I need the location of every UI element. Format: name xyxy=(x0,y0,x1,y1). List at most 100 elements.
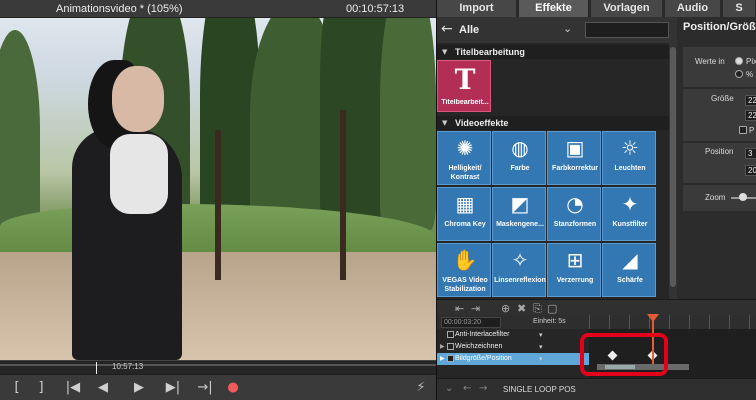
title-tile-label: Titelbearbeit... xyxy=(441,99,489,106)
section-video-label: Videoeffekte xyxy=(455,118,509,128)
pixel-radio[interactable] xyxy=(735,57,743,65)
units-group: Werte in Pix % xyxy=(683,47,756,87)
mark-in-button[interactable]: [ xyxy=(6,379,28,397)
effect-tile-title[interactable]: T Titelbearbeit... xyxy=(437,60,491,112)
collapse-triangle-icon: ▼ xyxy=(442,119,448,127)
delete-keyframe-icon[interactable]: ✖ xyxy=(517,302,526,315)
next-keyframe-icon[interactable]: ⇥ xyxy=(471,302,480,315)
size-height-input[interactable]: 22 xyxy=(745,110,756,121)
effects-scrollbar[interactable] xyxy=(669,17,677,299)
position-y-input[interactable]: 20 xyxy=(745,165,756,176)
chevron-double-down-icon[interactable]: ⌄ xyxy=(445,383,453,394)
timeline-unit-label: Einheit: 5s xyxy=(533,318,566,325)
effect-icon: ▦ xyxy=(455,192,475,216)
preview-scrubber[interactable]: 10:57:13 xyxy=(0,360,436,374)
chevron-down-icon[interactable]: ▾ xyxy=(539,329,543,341)
track-anti-interlace[interactable]: Anti-Interlacefilter ▾ xyxy=(437,329,589,341)
effect-tile[interactable]: ▦ Chroma Key xyxy=(437,187,491,241)
effect-icon: ✧ xyxy=(511,248,529,272)
effect-tile-label: Linsenreflexion xyxy=(494,277,546,284)
tab-effekte[interactable]: Effekte xyxy=(519,0,589,17)
effect-icon: ▣ xyxy=(565,136,585,160)
effect-tile[interactable]: ◩ Maskengene... xyxy=(492,187,546,241)
timeline-ruler[interactable] xyxy=(589,315,756,329)
track-checkbox[interactable] xyxy=(447,331,454,338)
effect-icon: ✦ xyxy=(621,192,639,216)
effect-tile-label: Farbe xyxy=(510,165,530,172)
pixel-radio-label: Pix xyxy=(746,57,756,66)
tab-import[interactable]: Import xyxy=(437,0,517,17)
track-checkbox[interactable] xyxy=(447,355,454,362)
expand-arrow-icon[interactable]: ▶ xyxy=(440,353,445,365)
tab-vorlagen[interactable]: Vorlagen xyxy=(591,0,663,17)
scrub-position-marker[interactable] xyxy=(96,362,97,374)
track-weichzeichnen[interactable]: ▶ Weichzeichnen ▾ xyxy=(437,341,589,353)
copy-keyframe-icon[interactable]: ⎘ xyxy=(533,302,542,316)
effect-tile-label: Kunstfilter xyxy=(612,221,648,228)
section-header-titles[interactable]: ▼ Titelbearbeitung xyxy=(437,45,669,59)
mark-out-button[interactable]: ] xyxy=(30,379,52,397)
proportional-label: P xyxy=(749,126,755,135)
back-arrow-icon[interactable]: ← xyxy=(441,21,453,37)
add-keyframe-icon[interactable]: ⊕ xyxy=(501,302,510,315)
effect-tile[interactable]: ✋ VEGAS Video Stabilization xyxy=(437,243,491,297)
section-title-label: Titelbearbeitung xyxy=(455,47,525,57)
play-button[interactable]: ▶ xyxy=(128,379,150,397)
playhead-handle[interactable] xyxy=(647,314,659,322)
effect-tile[interactable]: ◢ Schärfe xyxy=(602,243,656,297)
chevron-down-icon[interactable]: ▾ xyxy=(539,353,543,365)
collapse-triangle-icon: ▼ xyxy=(442,48,448,56)
record-button[interactable]: ● xyxy=(222,379,244,397)
effects-search-input[interactable] xyxy=(585,22,669,38)
prev-frame-button[interactable]: ◀ xyxy=(92,379,114,397)
percent-radio[interactable] xyxy=(735,70,743,78)
lightning-icon[interactable]: ⚡ xyxy=(410,379,432,397)
size-width-input[interactable]: 22 xyxy=(745,95,756,106)
preview-timecode: 00:10:57:13 xyxy=(346,3,405,15)
preview-title: Animationsvideo * (105%) xyxy=(56,3,183,15)
effect-tile[interactable]: ☼ Leuchten xyxy=(602,131,656,185)
position-x-input[interactable]: 3 xyxy=(745,148,756,159)
effect-tile[interactable]: ✧ Linsenreflexion xyxy=(492,243,546,297)
effect-tile[interactable]: ✦ Kunstfilter xyxy=(602,187,656,241)
track-checkbox[interactable] xyxy=(447,343,454,350)
effect-tile-label: Maskengene... xyxy=(496,221,544,228)
title-t-icon: T xyxy=(454,63,476,96)
track-bildgroesse-position[interactable]: ▶ Bildgröße/Position ▾ xyxy=(437,353,589,365)
redo-arrow-icon[interactable]: → xyxy=(479,383,487,394)
prev-marker-button[interactable]: |◀ xyxy=(62,379,84,397)
person-figure xyxy=(62,38,182,360)
effect-icon: ☼ xyxy=(621,136,639,160)
tab-audio[interactable]: Audio xyxy=(665,0,721,17)
next-marker-button[interactable]: ▶| xyxy=(162,379,184,397)
paste-keyframe-icon[interactable]: ▢ xyxy=(547,302,557,315)
video-frame[interactable] xyxy=(0,18,436,360)
effect-tile[interactable]: ⊞ Verzerrung xyxy=(547,243,601,297)
chevron-down-icon[interactable]: ▾ xyxy=(539,341,543,353)
undo-arrow-icon[interactable]: ← xyxy=(463,383,471,394)
status-text: SINGLE LOOP POS xyxy=(503,385,576,394)
prev-keyframe-icon[interactable]: ⇤ xyxy=(455,302,464,315)
go-to-end-button[interactable]: →| xyxy=(194,379,216,397)
effect-tile[interactable]: ◍ Farbe xyxy=(492,131,546,185)
effect-tile[interactable]: ◔ Stanzformen xyxy=(547,187,601,241)
scrollbar-thumb[interactable] xyxy=(670,47,676,287)
percent-radio-label: % xyxy=(746,70,754,79)
tab-more[interactable]: S xyxy=(723,0,756,17)
track-label: Anti-Interlacefilter xyxy=(455,331,510,338)
section-header-video-effects[interactable]: ▼ Videoeffekte xyxy=(437,116,669,130)
effect-tile[interactable]: ▣ Farbkorrektur xyxy=(547,131,601,185)
keyframe-toolbar: ⇤ ⇥ ⊕ ✖ ⎘ ▢ xyxy=(437,299,756,315)
transport-bar: [ ] |◀ ◀ ▶ ▶| →| ● ⚡ xyxy=(0,374,436,400)
status-bar: ⌄ ← → SINGLE LOOP POS xyxy=(437,378,756,400)
chevron-down-icon[interactable]: ⌄ xyxy=(563,22,572,35)
effects-filter-label[interactable]: Alle xyxy=(459,24,479,36)
proportional-checkbox[interactable] xyxy=(739,126,747,134)
zoom-slider-handle[interactable] xyxy=(739,193,747,201)
effect-tile[interactable]: ✺ Helligkeit/ Kontrast xyxy=(437,131,491,185)
track-label: Weichzeichnen xyxy=(455,343,503,350)
timeline-timecode[interactable]: 00:00:03:20 xyxy=(441,317,501,328)
expand-arrow-icon[interactable]: ▶ xyxy=(440,341,445,353)
preview-panel: Animationsvideo * (105%) 00:10:57:13 10:… xyxy=(0,0,436,400)
effect-tile-label: Schärfe xyxy=(617,277,643,284)
